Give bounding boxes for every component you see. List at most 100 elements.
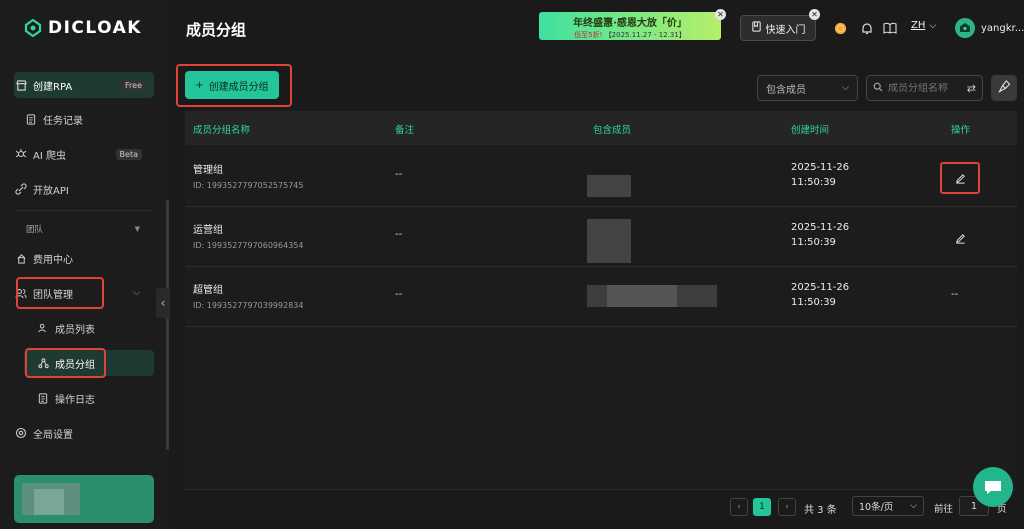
promo-date: 【2025.11.27 - 12.31】 xyxy=(604,31,686,39)
created-clock: 11:50:39 xyxy=(791,237,836,248)
clear-filter-button[interactable] xyxy=(991,75,1017,101)
table-row[interactable]: 管理组 ID: 1993527797052575745 -- 2025-11-2… xyxy=(185,147,1017,207)
quick-start-button[interactable]: 快速入门 xyxy=(740,15,816,41)
chevron-down-icon: ⌵ xyxy=(910,501,917,511)
redacted-members xyxy=(607,285,677,307)
filter-label: 包含成员 xyxy=(766,84,806,96)
coin-icon[interactable] xyxy=(832,20,848,36)
pencil-icon xyxy=(955,173,965,184)
brand-name: DICLOAK xyxy=(48,18,142,38)
sidebar-item-ai-crawler[interactable]: AI 爬虫 Beta xyxy=(14,141,154,167)
column-header-name: 成员分组名称 xyxy=(193,125,251,136)
chat-support-button[interactable] xyxy=(973,467,1013,507)
account-card[interactable] xyxy=(14,475,154,523)
page-number-current[interactable]: 1 xyxy=(753,498,771,516)
prev-page-button[interactable]: ‹ xyxy=(730,498,748,516)
collapse-sidebar-button[interactable]: ‹ xyxy=(156,288,170,318)
group-id: ID: 1993527797052575745 xyxy=(193,181,304,190)
sidebar-item-create-rpa[interactable]: 创建RPA Free xyxy=(14,72,154,98)
pencil-icon xyxy=(955,233,965,244)
sidebar-item-global-settings[interactable]: 全局设置 xyxy=(14,420,154,446)
sidebar-scrollbar[interactable] xyxy=(166,200,169,450)
total-count: 共 3 条 xyxy=(804,505,837,516)
chevron-down-icon: ⌵ xyxy=(133,288,140,298)
group-note: -- xyxy=(395,229,403,240)
pagination: ‹ 1 › 共 3 条 10条/页 ⌵ 前往 页 xyxy=(185,489,1017,529)
create-group-button[interactable]: + 创建成员分组 xyxy=(185,71,279,99)
settings-icon xyxy=(14,427,28,439)
created-clock: 11:50:39 xyxy=(791,297,836,308)
language-selector[interactable]: ZH ⌵ xyxy=(911,20,936,31)
sidebar-item-label: 成员列表 xyxy=(55,324,95,336)
group-id: ID: 1993527797060964354 xyxy=(193,241,304,250)
group-id: ID: 1993527797039992834 xyxy=(193,301,304,310)
close-quick-start-icon[interactable]: ✕ xyxy=(809,9,820,20)
sidebar-item-label: AI 爬虫 xyxy=(33,150,66,162)
edit-button[interactable] xyxy=(942,224,978,252)
caret-down-icon: ▼ xyxy=(134,225,140,233)
swap-icon[interactable]: ⇄ xyxy=(967,82,976,95)
promo-subtitle: 低至5折! 【2025.11.27 - 12.31】 xyxy=(539,30,721,40)
group-name: 管理组 xyxy=(193,165,223,176)
created-date: 2025-11-26 xyxy=(791,162,850,173)
created-clock: 11:50:39 xyxy=(791,177,836,188)
highlight-team-management xyxy=(16,277,104,309)
goto-label: 前往 xyxy=(934,504,954,515)
search-icon xyxy=(873,82,883,95)
created-time-cell: 2025-11-26 11:50:39 xyxy=(791,160,849,190)
group-name: 运营组 xyxy=(193,225,223,236)
group-name-cell: 运营组 ID: 1993527797060964354 xyxy=(193,221,303,250)
free-badge: Free xyxy=(121,79,146,91)
column-header-members: 包含成员 xyxy=(593,125,632,136)
bell-icon[interactable] xyxy=(859,20,875,36)
sidebar-section-team[interactable]: 团队 ▼ xyxy=(14,216,154,242)
sidebar-item-label: 任务记录 xyxy=(43,115,83,127)
created-date: 2025-11-26 xyxy=(791,282,850,293)
brand-logo[interactable]: DICLOAK xyxy=(24,16,142,40)
divider xyxy=(14,210,154,211)
member-filter-select[interactable]: 包含成员 ⌵ xyxy=(757,75,858,101)
plus-icon: + xyxy=(195,79,204,91)
created-date: 2025-11-26 xyxy=(791,222,850,233)
chevron-down-icon: ⌵ xyxy=(842,83,849,93)
group-name: 超管组 xyxy=(193,285,223,296)
chevron-down-icon: ⌵ xyxy=(929,20,937,31)
api-icon xyxy=(14,183,28,195)
column-header-created: 创建时间 xyxy=(791,125,830,136)
sidebar-item-billing[interactable]: 费用中心 xyxy=(14,245,154,271)
users-icon xyxy=(36,323,50,333)
redacted-block xyxy=(34,489,64,515)
sidebar-item-operation-log[interactable]: 操作日志 xyxy=(36,385,146,411)
groups-table: 成员分组名称 备注 包含成员 创建时间 操作 管理组 ID: 199352779… xyxy=(185,111,1017,489)
sidebar-item-label: 创建RPA xyxy=(33,81,73,93)
highlight-member-groups xyxy=(25,348,106,378)
sidebar-item-label: 开放API xyxy=(33,185,69,197)
user-menu[interactable]: yangkr... xyxy=(955,18,1024,38)
chat-icon xyxy=(985,481,1001,494)
promo-discount: 低至5折! xyxy=(574,31,603,39)
sidebar-item-label: 操作日志 xyxy=(55,394,95,406)
group-search-box[interactable]: ⇄ xyxy=(866,75,983,101)
docs-icon[interactable] xyxy=(882,20,898,36)
highlight-edit-button xyxy=(940,162,980,194)
page-size-label: 10条/页 xyxy=(859,502,894,513)
sidebar-item-member-list[interactable]: 成员列表 xyxy=(36,315,146,341)
next-page-button[interactable]: › xyxy=(778,498,796,516)
sidebar-item-open-api[interactable]: 开放API xyxy=(14,176,154,202)
table-row[interactable]: 超管组 ID: 1993527797039992834 -- 2025-11-2… xyxy=(185,267,1017,327)
promo-banner[interactable]: 年终盛惠·感恩大放「价」 低至5折! 【2025.11.27 - 12.31】 xyxy=(539,12,721,40)
table-row[interactable]: 运营组 ID: 1993527797060964354 -- 2025-11-2… xyxy=(185,207,1017,267)
close-promo-icon[interactable]: ✕ xyxy=(715,9,726,20)
created-time-cell: 2025-11-26 11:50:39 xyxy=(791,220,849,250)
search-input[interactable] xyxy=(888,82,948,94)
page-size-select[interactable]: 10条/页 ⌵ xyxy=(852,496,924,516)
column-header-note: 备注 xyxy=(395,125,415,136)
beta-badge: Beta xyxy=(115,148,142,160)
sidebar-item-label: 全局设置 xyxy=(33,429,73,441)
book-icon xyxy=(751,21,762,35)
group-name-cell: 管理组 ID: 1993527797052575745 xyxy=(193,161,303,190)
edit-button[interactable] xyxy=(942,164,978,192)
group-note: -- xyxy=(395,289,403,300)
sidebar-item-task-records[interactable]: 任务记录 xyxy=(24,106,164,132)
sidebar-item-label: 费用中心 xyxy=(33,254,73,266)
